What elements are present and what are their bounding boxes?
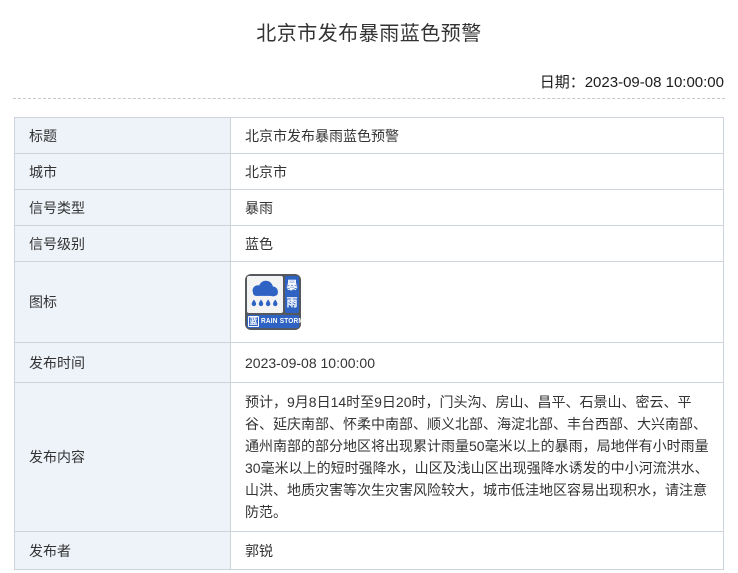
row-label: 发布者 [15,532,231,570]
row-value: 北京市 [231,154,724,190]
date-line: 日期：2023-09-08 10:00:00 [540,74,724,92]
row-value: 2023-09-08 10:00:00 [231,343,724,383]
row-label: 信号类型 [15,190,231,226]
warning-level-bar: 蓝 RAIN STORM [247,315,299,328]
row-value: 暴 雨 蓝 RAIN STORM [231,262,724,343]
row-signal-level: 信号级别 蓝色 [15,226,724,262]
warning-detail-page: 北京市发布暴雨蓝色预警 日期：2023-09-08 10:00:00 标题 北京… [0,0,738,573]
row-publish-time: 发布时间 2023-09-08 10:00:00 [15,343,724,383]
rain-cloud-icon [247,276,283,313]
warning-type-en: RAIN STORM [261,311,304,333]
row-label: 图标 [15,262,231,343]
row-label: 信号级别 [15,226,231,262]
row-signal-type: 信号类型 暴雨 [15,190,724,226]
date-label: 日期： [540,74,585,91]
warning-info-table: 标题 北京市发布暴雨蓝色预警 城市 北京市 信号类型 暴雨 信号级别 蓝色 图标 [14,117,724,570]
row-value: 郭锐 [231,532,724,570]
row-icon: 图标 [15,262,724,343]
row-label: 城市 [15,154,231,190]
warning-type-char-2: 雨 [287,297,298,309]
row-title: 标题 北京市发布暴雨蓝色预警 [15,118,724,154]
date-value: 2023-09-08 10:00:00 [585,74,724,91]
rainstorm-blue-warning-icon: 暴 雨 蓝 RAIN STORM [245,274,301,330]
row-city: 城市 北京市 [15,154,724,190]
warning-type-cn: 暴 雨 [285,276,299,313]
warning-level-badge: 蓝 [248,316,259,327]
row-value: 暴雨 [231,190,724,226]
warning-type-char-1: 暴 [287,280,298,292]
page-title: 北京市发布暴雨蓝色预警 [0,0,738,46]
row-publisher: 发布者 郭锐 [15,532,724,570]
row-publish-content: 发布内容 预计，9月8日14时至9日20时，门头沟、房山、昌平、石景山、密云、平… [15,383,724,532]
row-value: 蓝色 [231,226,724,262]
row-value: 北京市发布暴雨蓝色预警 [231,118,724,154]
divider [13,98,725,99]
row-label: 标题 [15,118,231,154]
row-value: 预计，9月8日14时至9日20时，门头沟、房山、昌平、石景山、密云、平谷、延庆南… [231,383,724,532]
row-label: 发布时间 [15,343,231,383]
row-label: 发布内容 [15,383,231,532]
